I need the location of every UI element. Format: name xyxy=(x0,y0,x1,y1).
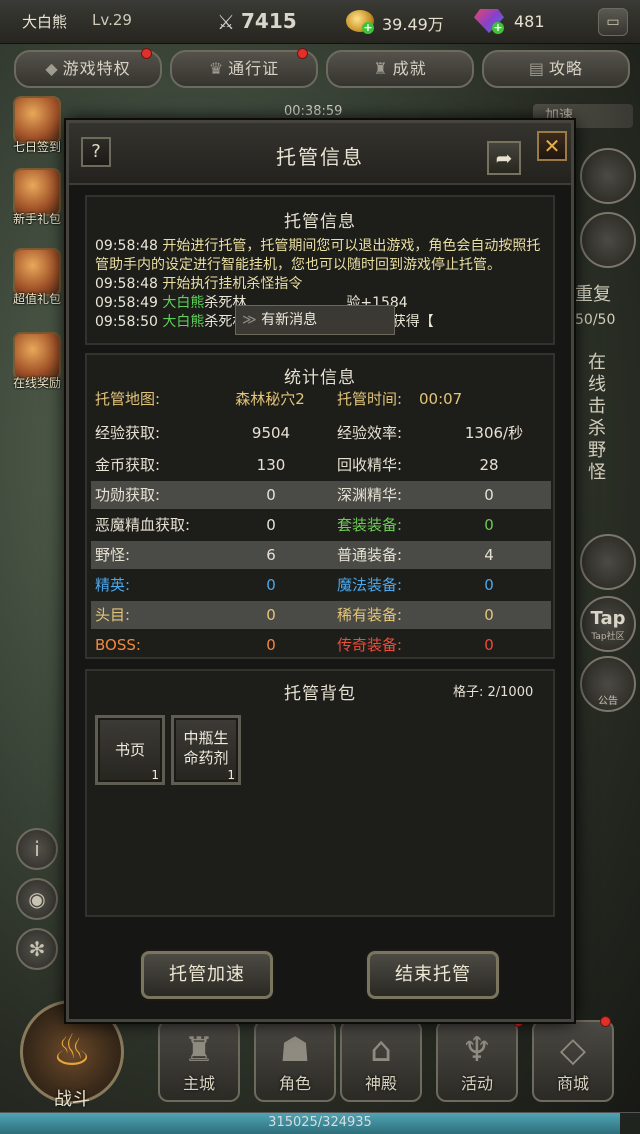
handshake-icon[interactable] xyxy=(580,534,636,590)
tap-community-button[interactable]: Tap Tap社区 xyxy=(580,596,636,652)
dialog-header: ? 托管信息 ➦ ✕ xyxy=(69,123,571,185)
notification-dot xyxy=(141,48,152,59)
notification-dot xyxy=(600,1016,611,1027)
side-newbie-gift[interactable]: 新手礼包 xyxy=(6,168,68,238)
side-seven-day[interactable]: 七日签到 xyxy=(6,96,68,166)
calendar-icon xyxy=(13,96,61,144)
temple-icon[interactable] xyxy=(580,148,636,204)
trophy-icon: ♜ xyxy=(373,59,389,78)
close-button[interactable]: ✕ xyxy=(537,131,567,161)
settings-gear-icon[interactable]: ✻ xyxy=(16,928,58,970)
crossed-swords-icon: ⚔ xyxy=(217,10,235,34)
side-value-gift[interactable]: 超值礼包 xyxy=(6,248,68,318)
gem-amount: 481 xyxy=(514,12,545,31)
experience-bar: 315025/324935 xyxy=(0,1112,640,1134)
game-screen: 大白熊 Lv.29 ⚔ 7415 + 39.49万 + 481 ▭ ◆ 游戏特权 … xyxy=(0,0,640,1134)
stats-row: BOSS: 0 传奇装备: 0 xyxy=(95,636,494,654)
stats-row: 功勋获取: 0 深渊精华: 0 xyxy=(91,481,551,509)
temple-icon: ⌂ xyxy=(370,1030,392,1070)
tab-achievement[interactable]: ♜ 成就 xyxy=(326,50,474,88)
crown-icon: ♛ xyxy=(208,59,225,78)
share-arrow-icon[interactable]: ➦ xyxy=(487,141,521,175)
gift-icon xyxy=(13,168,61,216)
gem-icon: ◆ xyxy=(45,59,59,78)
combat-power: 7415 xyxy=(241,9,297,33)
chest-icon xyxy=(13,248,61,296)
chevrons-down-icon: ≫ xyxy=(242,312,262,328)
stats-row: 野怪: 6 普通装备: 4 xyxy=(91,541,551,569)
stats-panel: 统计信息 托管地图: 森林秘穴2 托管时间: 00:07 经验获取: 9504 经验效率:… xyxy=(85,353,555,659)
log-entry: 09:58:48 开始执行挂机杀怪指令 xyxy=(95,276,303,292)
nav-temple[interactable]: ⌂ 神殿 xyxy=(340,1020,422,1102)
end-auto-play-button[interactable]: 结束托管 xyxy=(367,951,499,999)
flame-icon: ♨ xyxy=(52,1025,92,1076)
tab-battle-pass[interactable]: ♛ 通行证 xyxy=(170,50,318,88)
info-icon[interactable]: i xyxy=(16,828,58,870)
nav-character[interactable]: ☗ 角色 xyxy=(254,1020,336,1102)
bag-panel: 托管背包 格子: 2/1000 书页 1 中瓶生命药剂 1 xyxy=(85,669,555,917)
stats-row: 金币获取: 130 回收精华: 28 xyxy=(95,456,499,474)
castle-icon: ♜ xyxy=(183,1030,215,1070)
tab-game-privilege[interactable]: ◆ 游戏特权 xyxy=(14,50,162,88)
countdown-timer: 00:38:59 xyxy=(284,104,343,119)
add-gem-icon[interactable]: + xyxy=(492,22,504,34)
kill-count: 50/50 xyxy=(575,312,616,328)
bag-item[interactable]: 中瓶生命药剂 1 xyxy=(171,715,241,785)
bag-item[interactable]: 书页 1 xyxy=(95,715,165,785)
new-message-button[interactable]: ≫ 有新消息 xyxy=(235,305,395,335)
notice-button[interactable]: 公告 xyxy=(580,656,636,712)
location-icon[interactable]: ◉ xyxy=(16,878,58,920)
log-panel: 托管信息 09:58:48 开始进行托管，托管期间您可以退出游戏，角色会自动按照… xyxy=(85,195,555,345)
helmet-icon: ☗ xyxy=(279,1030,311,1070)
player-name: 大白熊 xyxy=(22,13,68,31)
sword-icon[interactable] xyxy=(580,212,636,268)
nav-activity[interactable]: ♆ 活动 xyxy=(436,1020,518,1102)
nav-main-city[interactable]: ♜ 主城 xyxy=(158,1020,240,1102)
book-icon: ▤ xyxy=(528,59,546,78)
stats-row: 经验获取: 9504 经验效率: 1306/秒 xyxy=(95,424,524,442)
stats-row: 恶魔精血获取: 0 套装装备: 0 xyxy=(95,516,494,534)
speed-up-button[interactable]: 托管加速 xyxy=(141,951,273,999)
auto-play-dialog: ? 托管信息 ➦ ✕ 托管信息 09:58:48 开始进行托管，托管期间您可以退… xyxy=(66,120,574,1022)
log-panel-title: 托管信息 xyxy=(284,212,356,232)
side-online-reward[interactable]: 在线奖励 xyxy=(6,332,68,402)
repeat-label[interactable]: 重复 xyxy=(575,280,611,306)
diamond-icon: ◇ xyxy=(559,1030,587,1070)
demon-icon: ♆ xyxy=(461,1030,493,1070)
nav-shop[interactable]: ◇ 商城 xyxy=(532,1020,614,1102)
stats-row: 头目: 0 稀有装备: 0 xyxy=(91,601,551,629)
notification-dot xyxy=(297,48,308,59)
experience-text: 315025/324935 xyxy=(268,1115,372,1130)
compass-icon xyxy=(13,332,61,380)
top-status-bar: 大白熊 Lv.29 ⚔ 7415 + 39.49万 + 481 ▭ xyxy=(0,0,640,44)
tab-guide[interactable]: ▤ 攻略 xyxy=(482,50,630,88)
quest-description: 在线击杀野怪 xyxy=(588,352,606,483)
stats-row: 托管地图: 森林秘穴2 托管时间: 00:07 xyxy=(95,390,463,408)
player-level: Lv.29 xyxy=(92,11,132,29)
chat-icon[interactable]: ▭ xyxy=(598,8,628,36)
bag-capacity: 格子: 2/1000 xyxy=(453,685,534,700)
stats-row: 精英: 0 魔法装备: 0 xyxy=(95,576,494,594)
add-gold-icon[interactable]: + xyxy=(362,22,374,34)
gold-amount: 39.49万 xyxy=(382,15,444,34)
log-entry: 09:58:48 开始进行托管，托管期间您可以退出游戏，角色会自动按照托管助手内… xyxy=(95,238,541,273)
